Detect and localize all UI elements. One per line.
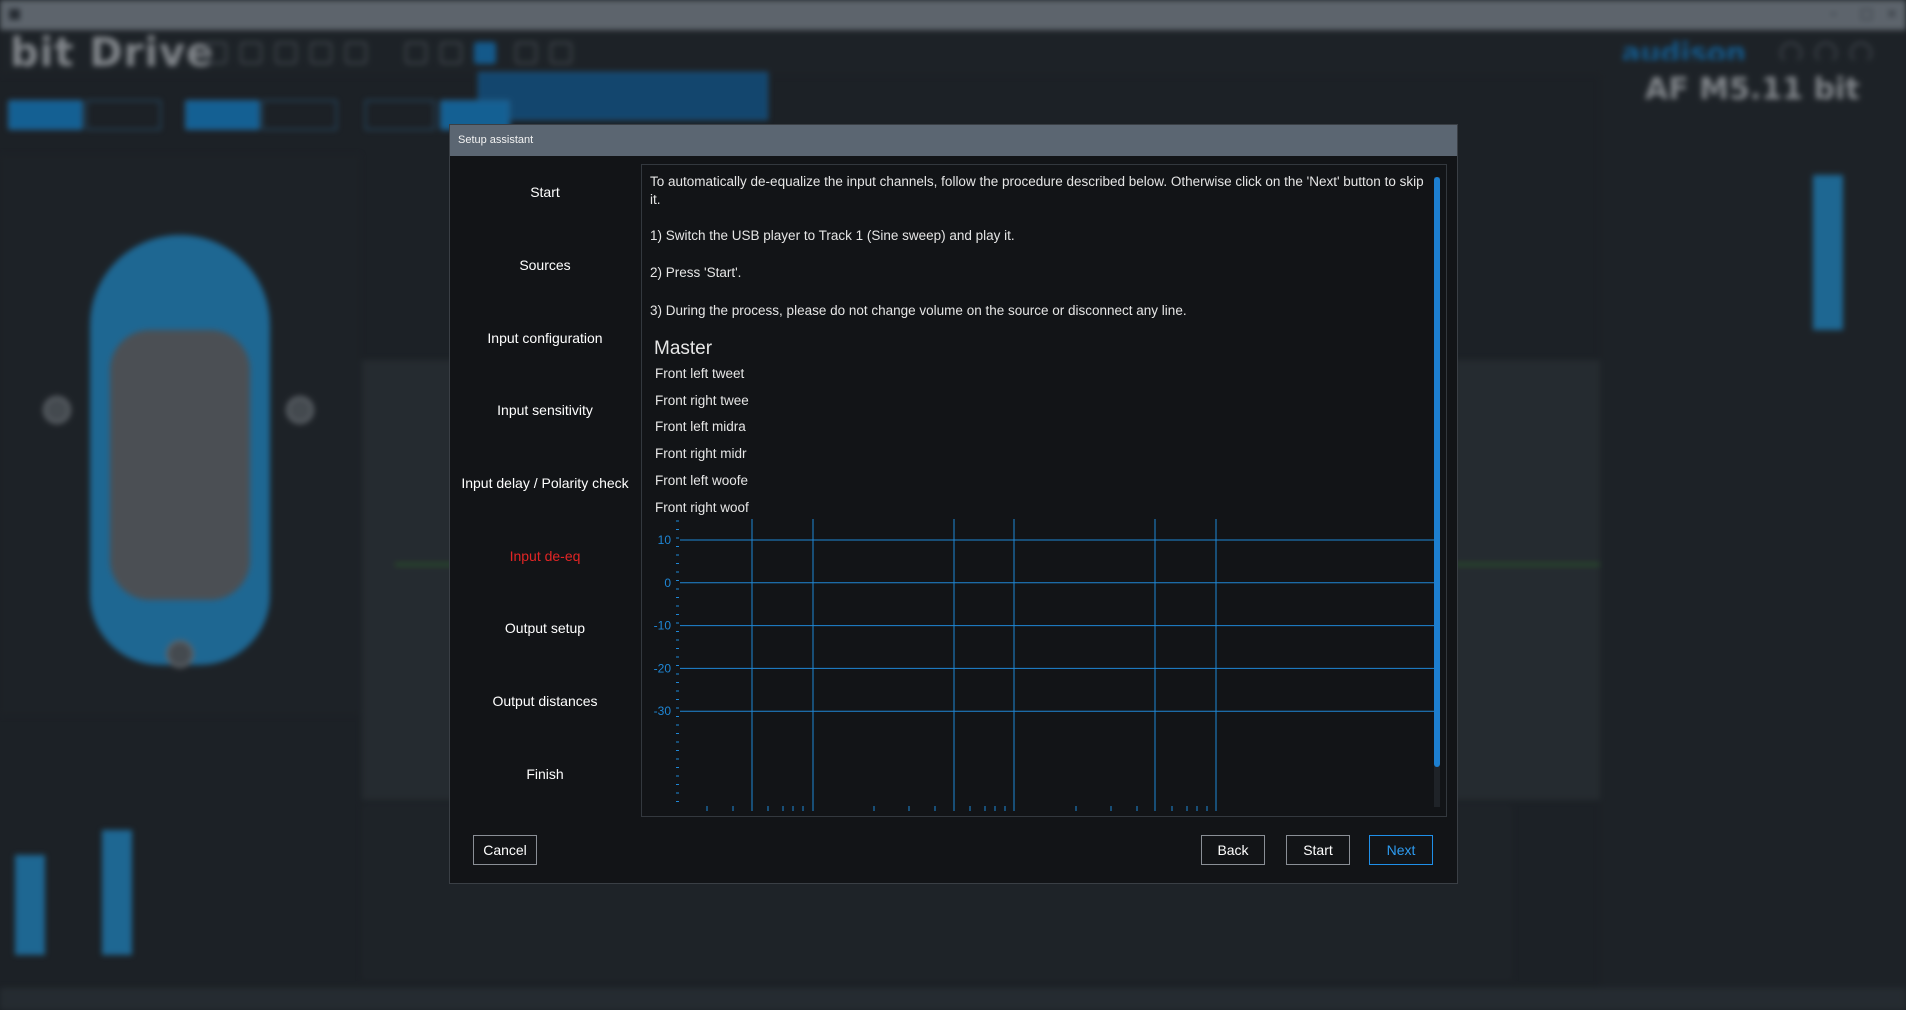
nav-label: Sources: [519, 257, 571, 274]
channel-label: Front left woofe: [655, 473, 749, 488]
instruction-step-3: 3) During the process, please do not cha…: [650, 303, 1187, 318]
y-tick-label: 10: [658, 533, 672, 547]
setup-assistant-dialog: Setup assistant Start Sources Input conf…: [449, 124, 1458, 884]
nav-finish[interactable]: Finish: [450, 738, 640, 811]
nav-label: Input configuration: [487, 329, 603, 346]
instruction-step-2: 2) Press 'Start'.: [650, 265, 742, 280]
nav-label: Input delay / Polarity check: [461, 475, 629, 492]
channel-label: Front right midr: [655, 446, 747, 461]
nav-label: Start: [530, 184, 560, 201]
nav-sources[interactable]: Sources: [450, 229, 640, 302]
instruction-step-1: 1) Switch the USB player to Track 1 (Sin…: [650, 228, 1015, 243]
y-tick-label: 0: [664, 576, 671, 590]
frequency-response-graph: 10 0 -10 -20 -30: [654, 519, 1435, 811]
channel-label: Front right woof: [655, 500, 749, 515]
channel-label: Front right twee: [655, 393, 749, 408]
next-button[interactable]: Next: [1369, 835, 1433, 865]
content-scrollbar[interactable]: [1434, 177, 1440, 807]
nav-output-setup[interactable]: Output setup: [450, 592, 640, 665]
wizard-nav: Start Sources Input configuration Input …: [450, 156, 640, 810]
instruction-intro: To automatically de-equalize the input c…: [650, 174, 1424, 207]
nav-label: Input sensitivity: [497, 402, 593, 419]
dialog-title: Setup assistant: [450, 125, 1457, 156]
cancel-button[interactable]: Cancel: [473, 835, 537, 865]
nav-label: Finish: [526, 765, 564, 782]
nav-output-distances[interactable]: Output distances: [450, 665, 640, 738]
nav-label: Output distances: [492, 693, 598, 710]
nav-label: Input de-eq: [509, 547, 581, 564]
nav-label: Output setup: [504, 620, 586, 637]
y-tick-label: -30: [654, 704, 672, 718]
nav-start[interactable]: Start: [450, 156, 640, 229]
y-tick-label: -20: [654, 661, 672, 675]
nav-input-de-eq[interactable]: Input de-eq: [450, 519, 640, 592]
step-content-panel: To automatically de-equalize the input c…: [641, 164, 1447, 817]
channel-label: Front left midra: [655, 419, 746, 434]
nav-input-delay-polarity[interactable]: Input delay / Polarity check: [450, 447, 640, 520]
y-tick-label: -10: [654, 619, 672, 633]
nav-input-sensitivity[interactable]: Input sensitivity: [450, 374, 640, 447]
channel-label: Front left tweet: [655, 366, 745, 381]
scrollbar-thumb[interactable]: [1434, 177, 1440, 767]
start-button[interactable]: Start: [1286, 835, 1350, 865]
nav-input-configuration[interactable]: Input configuration: [450, 301, 640, 374]
back-button[interactable]: Back: [1201, 835, 1265, 865]
master-label: Master: [654, 338, 713, 359]
